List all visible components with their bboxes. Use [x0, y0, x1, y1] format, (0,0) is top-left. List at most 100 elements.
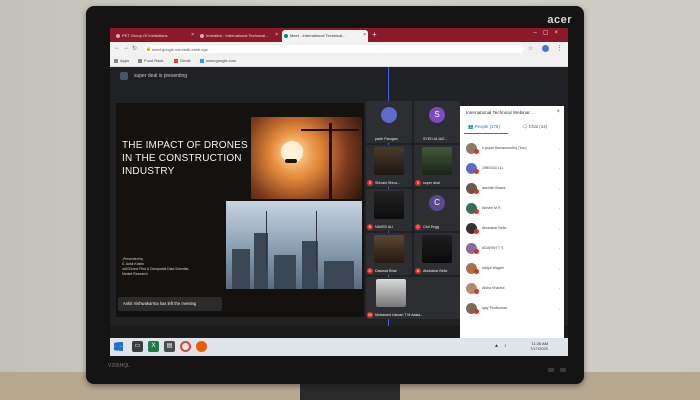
participant-tile[interactable]: parth Parugan [366, 101, 412, 143]
crane-mast [329, 123, 332, 199]
close-icon[interactable]: × [556, 109, 560, 115]
active-tab-indicator [464, 133, 508, 134]
bookmark-food-rack[interactable]: Food Rack [138, 58, 163, 63]
participant-name: 19BS043 111 [482, 166, 504, 170]
power-button[interactable] [560, 368, 566, 372]
participant-list: s gopal Ramamoorthy (You) › 19BS043 111 › … [460, 140, 564, 320]
list-item[interactable]: ajay Phutkumar › [460, 300, 564, 320]
participant-tile[interactable]: S Shivam Shiva... [366, 145, 412, 187]
close-icon[interactable]: × [191, 32, 194, 38]
bookmark-label: Food Rack [144, 58, 164, 63]
address-bar-row: ← → ↻ 🔒 meet.google.com/sdk-xabb-zgs ☆ ⋮ [110, 42, 568, 56]
kebab-menu-icon[interactable]: ⋮ [556, 44, 563, 52]
sunset-crane-image [251, 117, 362, 199]
tab-invitation[interactable]: Invitation : International Technical... … [198, 30, 280, 42]
firefox-icon[interactable] [196, 341, 207, 352]
system-clock[interactable]: 11:35 AM 7/17/2020 [530, 341, 548, 351]
list-item[interactable]: Abubakar Bello › [460, 220, 564, 240]
tab-meet[interactable]: Meet - International Technical... × [282, 30, 368, 42]
more-icon[interactable]: › [559, 286, 560, 291]
url-input[interactable]: 🔒 meet.google.com/sdk-xabb-zgs [144, 45, 524, 53]
participant-tiles: parth Parugan S SYED ALJAZ... S Shivam S… [366, 101, 462, 321]
windows-taskbar: ▭ X ▤ ▲ ♪ 11:35 AM 7/17/2020 [110, 338, 568, 356]
construction-site-image [226, 201, 362, 289]
reload-icon[interactable]: ↻ [132, 45, 137, 52]
participant-video [422, 235, 452, 263]
tab-label: Meet - International Technical... [290, 33, 346, 38]
profile-avatar[interactable] [542, 45, 549, 52]
bookmark-google[interactable]: www.google.com [200, 58, 236, 63]
tab-favicon-icon [116, 34, 120, 38]
participant-tile[interactable]: C C Civil Engg [414, 189, 460, 231]
tab-label: Invitation : International Technical... [206, 33, 269, 38]
presenting-icon [120, 72, 128, 80]
tab-pet-group[interactable]: PET Group Of Institutions × [114, 30, 196, 42]
list-item[interactable]: Abishe M R › [460, 200, 564, 220]
window-controls[interactable]: –▢× [533, 29, 564, 36]
apps-icon [114, 58, 118, 63]
list-item[interactable]: s gopal Ramamoorthy (You) › [460, 140, 564, 160]
shared-slide: THE IMPACT OF DRONES IN THE CONSTRUCTION… [116, 103, 364, 317]
participant-name: aashish Bhave [482, 186, 506, 190]
more-icon[interactable]: › [559, 246, 560, 251]
network-icon[interactable]: ▲ [494, 343, 499, 349]
monitor-button[interactable] [548, 368, 554, 372]
mic-off-icon [474, 209, 479, 214]
monitor-model: V206HQL [108, 363, 130, 369]
volume-icon[interactable]: ♪ [504, 343, 507, 349]
panel-title: International Technical Webinar ... [466, 110, 536, 115]
bookmark-icon [138, 58, 142, 63]
mic-off-icon [474, 269, 479, 274]
participant-video [422, 147, 452, 175]
tab-people[interactable]: 👥 People (179) [468, 124, 500, 130]
new-tab-button[interactable]: + [372, 30, 377, 39]
close-icon[interactable]: × [275, 32, 278, 38]
mic-off-icon [474, 169, 479, 174]
crane-shape [316, 211, 317, 271]
more-icon[interactable]: › [559, 206, 560, 211]
google-icon [200, 58, 204, 63]
more-icon[interactable]: › [559, 306, 560, 311]
more-icon[interactable]: › [559, 146, 560, 151]
back-icon[interactable]: ← [114, 45, 120, 51]
participant-video [374, 191, 404, 219]
participant-tile[interactable]: D Dawood Bhai [366, 233, 412, 275]
participant-tile[interactable]: A Abubakar Bello [414, 233, 460, 275]
participant-tile[interactable]: S super deal [414, 145, 460, 187]
more-icon[interactable]: › [559, 166, 560, 171]
list-item[interactable]: aashish Bhave › [460, 180, 564, 200]
windows-start-icon[interactable] [114, 342, 123, 351]
clock-date: 7/17/2020 [530, 346, 548, 351]
close-icon[interactable]: × [363, 32, 366, 38]
tile-name: SYED ALJAZ... [423, 137, 448, 141]
tab-chat[interactable]: 🗨 Chat (34) [522, 124, 547, 130]
presented-by-line: Market Research [122, 272, 148, 276]
bookmark-apps[interactable]: Apps [114, 58, 129, 63]
task-view-icon[interactable]: ▭ [132, 341, 143, 352]
more-icon[interactable]: › [559, 266, 560, 271]
participant-video [374, 147, 404, 175]
tab-label: People (179) [474, 124, 500, 129]
participant-name: ADARSH T S [482, 246, 504, 250]
participant-tile[interactable]: N NAVED ALI [366, 189, 412, 231]
chrome-icon[interactable] [180, 341, 191, 352]
list-item[interactable]: aditya Waghe › [460, 260, 564, 280]
participant-tile[interactable]: M Mohamed Usman T M Aasia... [366, 277, 460, 319]
excel-icon[interactable]: X [148, 341, 159, 352]
mic-off-icon [474, 309, 479, 314]
more-icon[interactable]: › [559, 186, 560, 191]
slide-title: THE IMPACT OF DRONES IN THE CONSTRUCTION… [122, 140, 248, 177]
monitor-brand: acer [547, 14, 572, 26]
more-icon[interactable]: › [559, 226, 560, 231]
file-explorer-icon[interactable]: ▤ [164, 341, 175, 352]
tile-name: Dawood Bhai [375, 269, 397, 273]
mic-off-icon [474, 229, 479, 234]
forward-icon[interactable]: → [123, 45, 129, 51]
list-item[interactable]: Aisha Kharani › [460, 280, 564, 300]
bookmark-star-icon[interactable]: ☆ [528, 45, 533, 52]
building-shape [274, 255, 296, 289]
bookmark-gmail[interactable]: Gmail [174, 58, 190, 63]
list-item[interactable]: 19BS043 111 › [460, 160, 564, 180]
list-item[interactable]: ADARSH T S › [460, 240, 564, 260]
participant-tile[interactable]: S SYED ALJAZ... [414, 101, 460, 143]
